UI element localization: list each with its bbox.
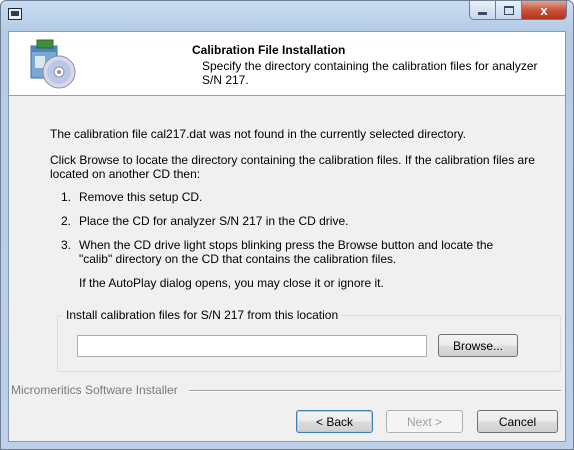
- step-text: When the CD drive light stops blinking p…: [79, 238, 494, 266]
- header-title: Calibration File Installation: [192, 43, 346, 57]
- step-number: 3.: [61, 238, 72, 252]
- app-system-icon[interactable]: [8, 8, 22, 20]
- wizard-header: Calibration File Installation Specify th…: [9, 32, 565, 96]
- installer-brand-label: Micromeritics Software Installer: [11, 383, 178, 397]
- close-button[interactable]: x: [522, 1, 567, 20]
- file-not-found-message: The calibration file cal217.dat was not …: [50, 127, 467, 141]
- maximize-icon: [503, 5, 514, 15]
- step-number: 2.: [61, 214, 72, 228]
- minimize-icon: [478, 11, 487, 15]
- browse-button[interactable]: Browse...: [438, 334, 518, 357]
- location-group-label: Install calibration files for S/N 217 fr…: [63, 308, 342, 322]
- autoplay-note: If the AutoPlay dialog opens, you may cl…: [79, 276, 384, 290]
- maximize-button[interactable]: [496, 1, 522, 20]
- step-number: 1.: [61, 190, 72, 204]
- setup-cd-icon: [30, 39, 76, 89]
- minimize-button[interactable]: [469, 1, 496, 20]
- instructions-text: Click Browse to locate the directory con…: [50, 153, 535, 181]
- calibration-path-input[interactable]: [77, 335, 427, 357]
- step-text: Remove this setup CD.: [79, 190, 203, 204]
- step-text: Place the CD for analyzer S/N 217 in the…: [79, 214, 349, 228]
- back-button[interactable]: < Back: [296, 410, 373, 433]
- next-button[interactable]: Next >: [386, 410, 463, 433]
- dialog-client-area: Calibration File Installation Specify th…: [8, 31, 566, 442]
- close-icon: x: [540, 2, 548, 18]
- title-bar[interactable]: x: [1, 1, 573, 31]
- installer-window: x Calibration File Installation Specify …: [0, 0, 574, 450]
- header-subtitle: Specify the directory containing the cal…: [202, 59, 538, 87]
- footer-divider: [189, 390, 561, 392]
- caption-buttons: x: [469, 1, 567, 21]
- cancel-button[interactable]: Cancel: [477, 410, 558, 433]
